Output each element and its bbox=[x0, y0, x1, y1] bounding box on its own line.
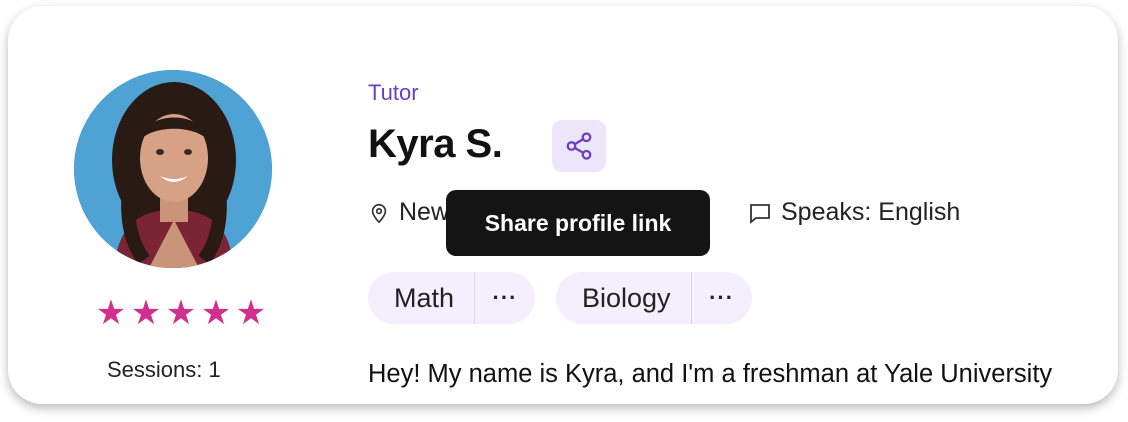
tutor-bio: Hey! My name is Kyra, and I'm a freshman… bbox=[368, 360, 1053, 388]
more-options-button[interactable]: ··· bbox=[690, 272, 752, 324]
location-pin-icon bbox=[371, 203, 387, 223]
tutor-profile-card: ★ ★ ★ ★ ★ Sessions: 1 Tutor Kyra S. New … bbox=[8, 6, 1118, 404]
share-profile-button[interactable] bbox=[552, 120, 606, 172]
rating-stars: ★ ★ ★ ★ ★ bbox=[95, 294, 267, 332]
star-icon: ★ bbox=[200, 293, 232, 333]
avatar-photo bbox=[74, 70, 272, 268]
chat-bubble-icon bbox=[750, 203, 770, 224]
subject-label[interactable]: Biology bbox=[556, 272, 691, 324]
star-icon: ★ bbox=[165, 293, 197, 333]
star-icon: ★ bbox=[95, 293, 127, 333]
star-icon: ★ bbox=[130, 293, 162, 333]
subject-pill-math: Math ··· bbox=[368, 272, 536, 324]
sessions-count: Sessions: 1 bbox=[107, 357, 221, 382]
role-label: Tutor bbox=[368, 80, 419, 105]
share-icon bbox=[566, 132, 592, 160]
tutor-name: Kyra S. bbox=[368, 122, 503, 166]
more-options-button[interactable]: ··· bbox=[474, 272, 535, 324]
languages-text: Speaks: English bbox=[781, 198, 961, 226]
languages: Speaks: English bbox=[748, 198, 960, 227]
subject-label[interactable]: Math bbox=[368, 272, 474, 324]
tutor-avatar bbox=[74, 70, 272, 268]
subject-pill-biology: Biology ··· bbox=[556, 272, 752, 324]
star-icon: ★ bbox=[235, 293, 267, 333]
share-tooltip: Share profile link bbox=[446, 190, 710, 256]
